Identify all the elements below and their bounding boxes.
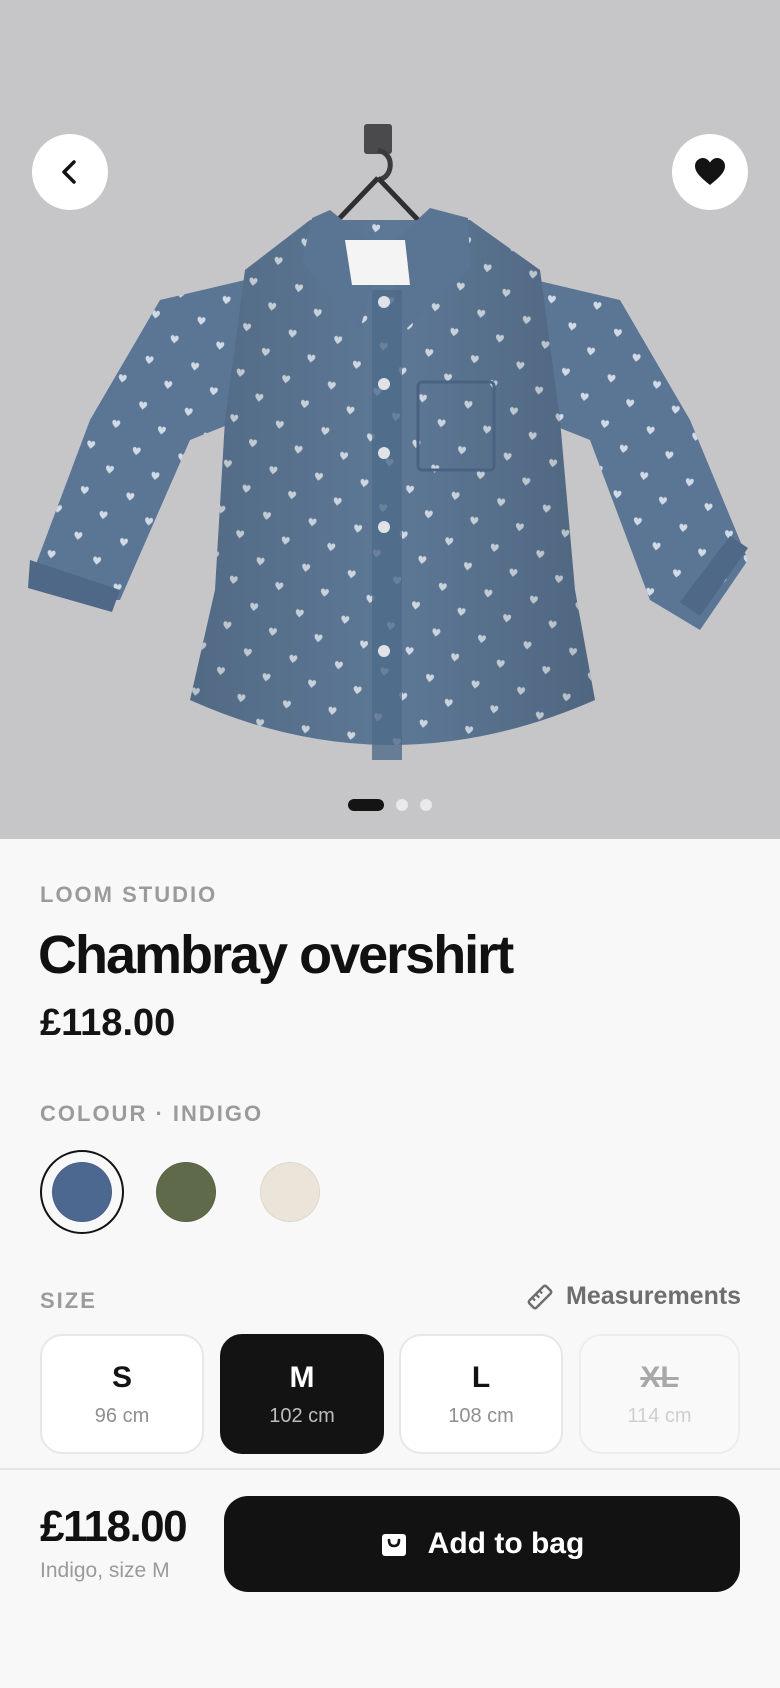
- swatch-fill: [52, 1162, 112, 1222]
- size-option-s[interactable]: S 96 cm: [40, 1334, 204, 1454]
- size-measure: 108 cm: [448, 1404, 514, 1427]
- size-name: L: [471, 1360, 491, 1394]
- size-option-xl: XL 114 cm: [579, 1334, 740, 1454]
- colour-label: COLOUR · INDIGO: [40, 1101, 264, 1126]
- size-name: M: [289, 1360, 315, 1394]
- gallery-pagination: [348, 799, 432, 811]
- product-title: Chambray overshirt: [38, 925, 514, 985]
- gallery-dot-3[interactable]: [420, 799, 432, 811]
- size-name: S: [111, 1360, 132, 1394]
- measurements-label: Measurements: [566, 1282, 742, 1310]
- size-measure: 114 cm: [627, 1404, 692, 1427]
- cart-bar-summary: Indigo, size M: [40, 1559, 170, 1582]
- product-image: [28, 124, 748, 760]
- add-to-bag-label: Add to bag: [427, 1527, 585, 1560]
- add-to-bag-button[interactable]: Add to bag: [224, 1496, 740, 1592]
- swatch-fill: [156, 1162, 216, 1222]
- back-button[interactable]: [32, 134, 108, 210]
- gallery-dot-2[interactable]: [396, 799, 408, 811]
- size-measure: 102 cm: [269, 1404, 335, 1427]
- colour-swatch-indigo[interactable]: [40, 1150, 124, 1234]
- heart-icon: [695, 158, 725, 185]
- size-measure: 96 cm: [94, 1404, 150, 1427]
- brand-name: LOOM STUDIO: [40, 882, 218, 907]
- gallery-dot-1[interactable]: [348, 799, 384, 811]
- swatch-fill: [260, 1162, 320, 1222]
- size-name: XL: [640, 1360, 679, 1394]
- ruler-icon: [527, 1284, 553, 1309]
- product-price: £118.00: [40, 1002, 176, 1044]
- size-option-m[interactable]: M 102 cm: [220, 1334, 384, 1454]
- measurements-link[interactable]: Measurements: [526, 1282, 741, 1311]
- shopping-bag-icon: [381, 1534, 406, 1556]
- size-option-l[interactable]: L 108 cm: [399, 1334, 563, 1454]
- product-gallery[interactable]: [0, 0, 780, 839]
- chevron-left-icon: [62, 160, 76, 184]
- colour-swatch-ecru[interactable]: [248, 1150, 332, 1234]
- size-label: SIZE: [40, 1288, 97, 1313]
- divider: [0, 1468, 780, 1470]
- favorite-button[interactable]: [672, 134, 748, 210]
- cart-bar-price: £118.00: [40, 1502, 188, 1551]
- colour-swatch-olive[interactable]: [144, 1150, 228, 1234]
